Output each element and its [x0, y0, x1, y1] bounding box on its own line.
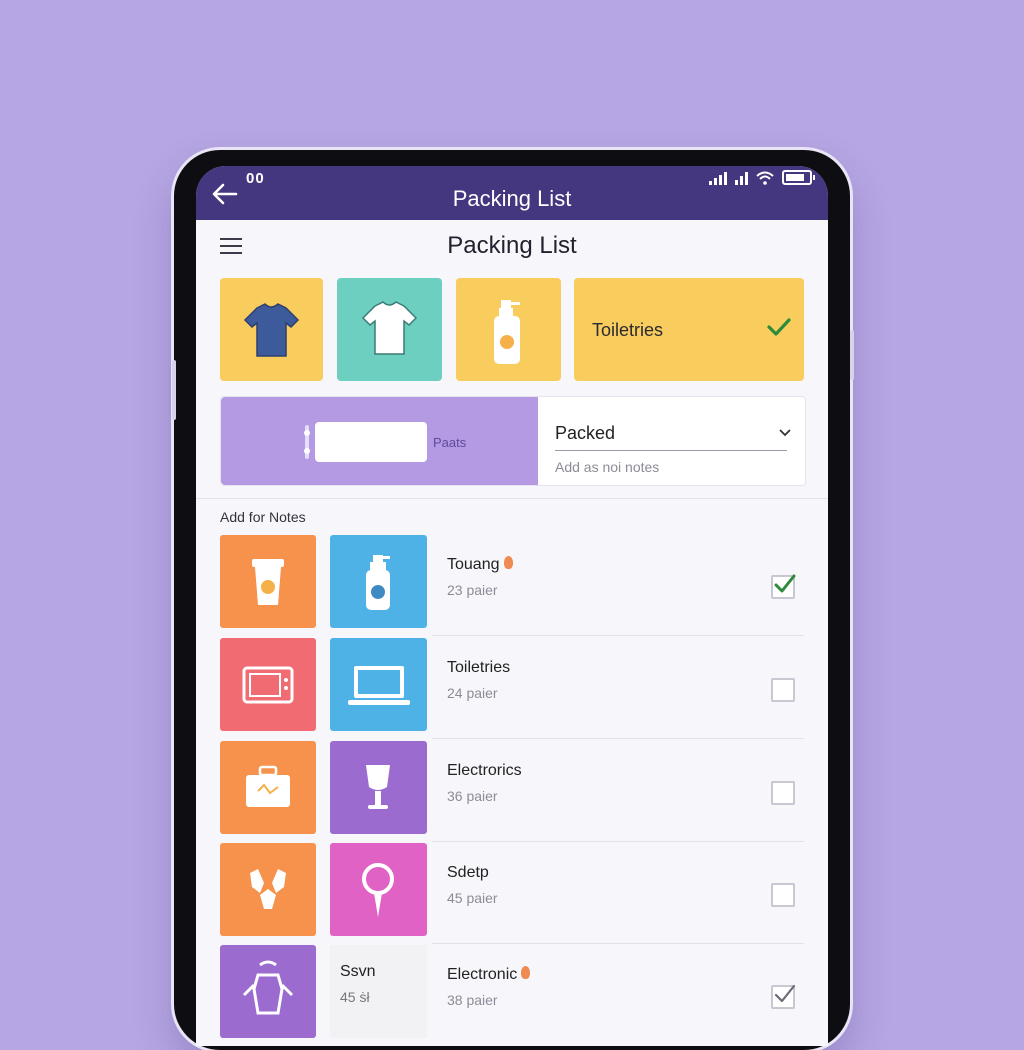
item-checkbox[interactable] — [771, 574, 796, 599]
apron-icon — [242, 960, 294, 1015]
category-label: Toiletries — [592, 320, 664, 340]
row-icon-tile — [330, 843, 427, 936]
category-tile-shirt[interactable] — [220, 278, 323, 381]
page-title: Packing List — [447, 232, 577, 259]
parts-label: Paats — [433, 435, 467, 450]
dot-icon — [503, 556, 513, 569]
row-icon-tile — [220, 535, 316, 628]
pin-icon — [362, 863, 394, 917]
item-subtitle: 38 paier — [447, 992, 498, 1008]
item-checkbox[interactable] — [771, 984, 796, 1009]
battery-icon — [782, 170, 815, 185]
wifi-icon — [756, 171, 774, 185]
item-title: Electronic — [447, 966, 531, 984]
item-title: Electrorics — [447, 762, 522, 779]
checkmark-icon — [774, 984, 796, 1003]
list-item[interactable]: Electrorics 36 paier — [220, 741, 804, 842]
item-subtitle: 45 paier — [447, 890, 498, 906]
signal-icon — [735, 171, 748, 185]
section-label: Add for Notes — [220, 509, 306, 525]
dot-icon — [521, 966, 531, 979]
checkmark-icon — [774, 574, 796, 593]
volume-button — [172, 360, 176, 420]
packed-select[interactable]: Packed — [555, 423, 615, 444]
section-divider — [196, 498, 828, 499]
row-icon-tile — [220, 945, 316, 1038]
gloves-icon — [250, 869, 286, 909]
top-bar: 00 Packing List — [196, 166, 828, 220]
item-title: Toiletries — [447, 659, 511, 676]
row-icon-tile — [330, 741, 427, 834]
app-screen: 00 Packing List Packing List Toiletries … — [196, 166, 828, 1046]
category-tile-tshirt[interactable] — [337, 278, 442, 381]
status-panel: Paats Packed Add as noi notes — [220, 396, 806, 486]
goblet-icon — [366, 765, 390, 809]
list-item[interactable]: Sdetp 45 paier — [220, 843, 804, 944]
row-icon-tile — [220, 741, 316, 834]
drag-handle-icon[interactable] — [301, 423, 313, 461]
item-subtitle: 24 paier — [447, 685, 498, 701]
card-title: Ssvn — [340, 963, 376, 980]
row-divider — [432, 738, 804, 739]
parts-input[interactable] — [315, 422, 427, 462]
item-checkbox[interactable] — [771, 883, 795, 907]
row-icon-tile — [220, 843, 316, 936]
parts-field[interactable]: Paats — [221, 397, 538, 485]
row-icon-tile — [330, 638, 427, 731]
lotion-bottle-icon — [366, 555, 390, 610]
row-divider — [432, 841, 804, 842]
row-icon-tile — [330, 535, 427, 628]
item-checkbox[interactable] — [771, 781, 795, 805]
power-button — [850, 330, 854, 380]
lotion-bottle-icon — [494, 300, 520, 364]
list-item[interactable]: Toiletries 24 paier — [220, 638, 804, 739]
list-item[interactable]: Ssvn 45 ṡł Electronic 38 paier — [220, 945, 804, 1040]
item-card: Ssvn 45 ṡł — [330, 945, 427, 1038]
row-divider — [432, 635, 804, 636]
status-time: 00 — [246, 170, 265, 187]
item-title: Touang — [447, 556, 513, 574]
notes-input[interactable]: Add as noi notes — [555, 459, 659, 475]
category-tile-toiletries[interactable]: Toiletries — [574, 278, 804, 381]
chevron-down-icon[interactable] — [779, 429, 791, 437]
shirt-icon — [243, 303, 300, 357]
page-header: Packing List — [196, 220, 828, 276]
category-tile-lotion[interactable] — [456, 278, 561, 381]
cup-icon — [252, 559, 284, 605]
signal-icon — [709, 171, 727, 185]
item-subtitle: 23 paier — [447, 582, 498, 598]
item-checkbox[interactable] — [771, 678, 795, 702]
row-divider — [432, 943, 804, 944]
tshirt-icon — [361, 301, 418, 355]
card-subtitle: 45 ṡł — [340, 989, 370, 1005]
suitcase-icon — [246, 765, 290, 807]
select-underline — [555, 450, 787, 451]
status-icons — [709, 170, 815, 185]
list-item[interactable]: Touang 23 paier — [220, 535, 804, 636]
row-icon-tile — [220, 638, 316, 731]
item-subtitle: 36 paier — [447, 788, 498, 804]
checkmark-icon — [767, 318, 791, 336]
laptop-icon — [348, 666, 410, 705]
topbar-title: Packing List — [452, 186, 572, 211]
item-title: Sdetp — [447, 864, 489, 881]
tv-icon — [242, 666, 294, 704]
